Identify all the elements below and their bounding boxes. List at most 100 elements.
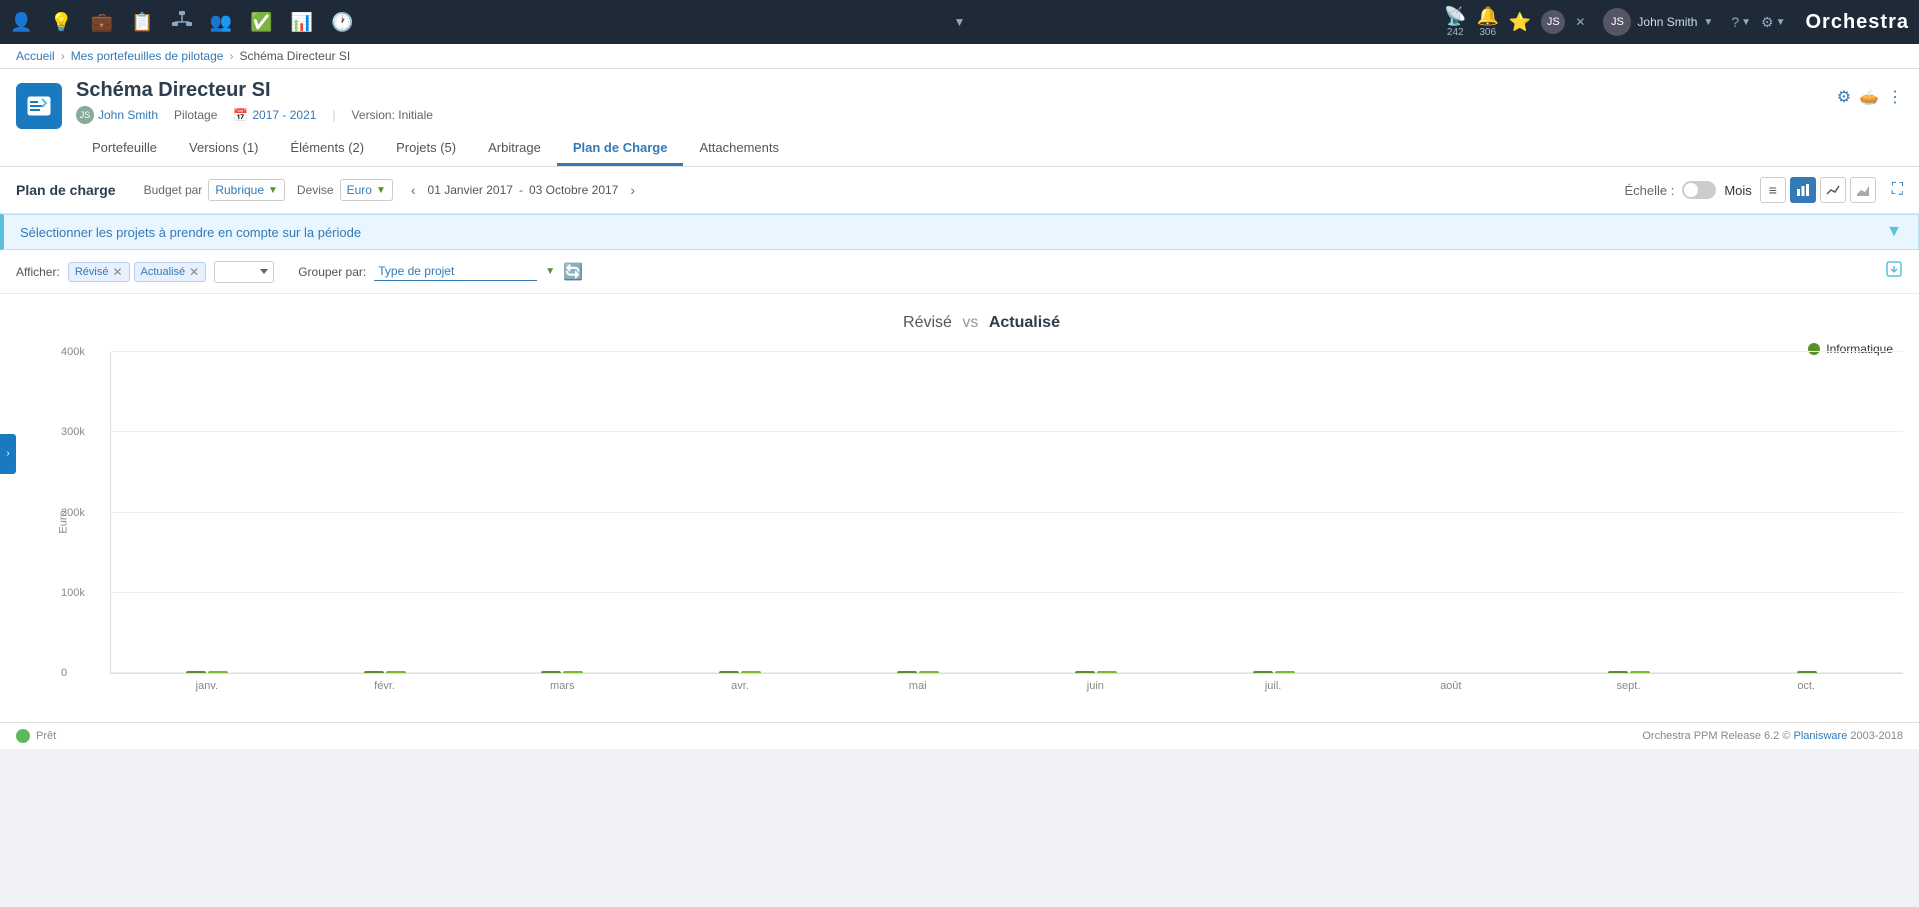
bar-updated-juil.	[1275, 671, 1295, 673]
nav-people-icon[interactable]: 👥	[210, 12, 232, 33]
nav-collapse-btn[interactable]: ▼	[954, 15, 966, 29]
month-group-janv.	[119, 671, 295, 673]
bell-notification[interactable]: 🔔 306	[1476, 6, 1498, 38]
tab-arbitrage[interactable]: Arbitrage	[472, 132, 557, 166]
grouper-input[interactable]	[374, 262, 537, 281]
bar-revised-avr.	[719, 671, 739, 673]
refresh-button[interactable]: 🔄	[563, 262, 583, 282]
chart-title: Révisé vs Actualisé	[60, 314, 1903, 332]
x-label-mai: mai	[829, 680, 1007, 692]
rss-notification[interactable]: 📡 242	[1444, 6, 1466, 38]
month-group-sept.	[1541, 671, 1717, 673]
x-label-juin: juin	[1007, 680, 1185, 692]
period-prev-button[interactable]: ‹	[405, 180, 422, 200]
devise-select[interactable]: Euro ▼	[340, 179, 393, 201]
bar-revised-oct.	[1797, 671, 1817, 673]
nav-check-icon[interactable]: ✅	[250, 12, 272, 33]
footer-planisware[interactable]: Planisware	[1794, 730, 1848, 742]
breadcrumb-sep-1: ›	[61, 49, 65, 63]
grouper-label: Grouper par:	[298, 265, 366, 279]
user-menu-chevron: ▼	[1703, 17, 1713, 28]
period-end: 03 Octobre 2017	[529, 183, 618, 197]
tab-portefeuille[interactable]: Portefeuille	[76, 132, 173, 166]
line-chart-view-button[interactable]	[1820, 177, 1846, 203]
afficher-label: Afficher:	[16, 265, 60, 279]
x-label-sept.: sept.	[1540, 680, 1718, 692]
app-brand: Orchestra	[1806, 11, 1910, 34]
nav-icons: 👤 💡 💼 📋 👥 ✅ 📊 🕐 ▼	[10, 11, 1444, 34]
project-selector-link[interactable]: Sélectionner les projets à prendre en co…	[20, 225, 361, 240]
sidebar-toggle-button[interactable]: ›	[0, 434, 16, 474]
breadcrumb-home[interactable]: Accueil	[16, 49, 55, 63]
view-icons: ≡	[1760, 177, 1876, 203]
x-label-févr.: févr.	[296, 680, 474, 692]
help-button[interactable]: ? ▼	[1731, 14, 1751, 30]
afficher-dropdown[interactable]	[214, 261, 274, 283]
settings-button[interactable]: ⚙ ▼	[1761, 14, 1785, 31]
list-view-button[interactable]: ≡	[1760, 177, 1786, 203]
bar-chart-view-button[interactable]	[1790, 177, 1816, 203]
project-selector-close-button[interactable]: ▼	[1886, 223, 1902, 241]
footer-copyright: Orchestra PPM Release 6.2 ©	[1642, 730, 1790, 742]
filter-tags: Révisé ✕ Actualisé ✕	[68, 262, 206, 282]
avatar-placeholder[interactable]: JS	[1541, 10, 1565, 34]
tab-attachements[interactable]: Attachements	[683, 132, 795, 166]
page-meta: JS John Smith Pilotage 📅 2017 - 2021 | V…	[76, 106, 1837, 124]
period-start: 01 Janvier 2017	[428, 183, 513, 197]
filter-bar: Afficher: Révisé ✕ Actualisé ✕ Grouper p…	[0, 250, 1919, 294]
chart-container: Euro Informatique 400k 300k	[60, 352, 1903, 692]
plan-bar-title: Plan de charge	[16, 182, 116, 198]
x-label-août: août	[1362, 680, 1540, 692]
bar-updated-juin	[1097, 671, 1117, 673]
meta-user[interactable]: JS John Smith	[76, 106, 158, 124]
budget-select-arrow: ▼	[268, 185, 278, 196]
user-name: John Smith	[1637, 15, 1697, 29]
top-nav-right: 📡 242 🔔 306 ⭐ JS ✕ JS John Smith ▼ ? ▼ ⚙…	[1444, 4, 1909, 40]
meta-version: Version: Initiale	[352, 108, 433, 122]
x-label-juil.: juil.	[1184, 680, 1362, 692]
settings-page-button[interactable]: ⚙	[1837, 87, 1851, 107]
nav-idea-icon[interactable]: 💡	[50, 12, 72, 33]
footer-status: Prêt	[36, 730, 56, 742]
afficher-group: Afficher: Révisé ✕ Actualisé ✕	[16, 261, 274, 283]
nav-user-icon[interactable]: 👤	[10, 12, 32, 33]
area-chart-view-button[interactable]	[1850, 177, 1876, 203]
expand-button[interactable]: ⛶	[1892, 181, 1903, 199]
user-menu[interactable]: JS John Smith ▼	[1595, 4, 1721, 40]
page-header-actions: ⚙ 🥧 ⋮	[1837, 87, 1903, 107]
period-navigation: ‹ 01 Janvier 2017 - 03 Octobre 2017 ›	[405, 180, 641, 200]
filter-tag-revise-remove[interactable]: ✕	[112, 265, 122, 279]
footer: Prêt Orchestra PPM Release 6.2 © Planisw…	[0, 722, 1919, 749]
tab-plan-de-charge[interactable]: Plan de Charge	[557, 132, 684, 166]
tab-projets[interactable]: Projets (5)	[380, 132, 472, 166]
tab-elements[interactable]: Éléments (2)	[274, 132, 380, 166]
close-icon[interactable]: ✕	[1575, 15, 1585, 29]
chart-page-button[interactable]: 🥧	[1859, 87, 1879, 107]
tab-versions[interactable]: Versions (1)	[173, 132, 274, 166]
nav-clipboard-icon[interactable]: 📋	[131, 12, 153, 33]
devise-select-arrow: ▼	[376, 185, 386, 196]
period-next-button[interactable]: ›	[624, 180, 641, 200]
budget-select[interactable]: Rubrique ▼	[208, 179, 285, 201]
chart-title-updated: Actualisé	[989, 314, 1060, 331]
nav-hierarchy-icon[interactable]	[172, 11, 192, 34]
chart-title-vs: vs	[962, 314, 978, 331]
calendar-icon: 📅	[233, 108, 248, 122]
nav-briefcase-icon[interactable]: 💼	[91, 12, 113, 33]
meta-user-name: John Smith	[98, 108, 158, 122]
export-button[interactable]	[1885, 260, 1903, 283]
echelle-toggle[interactable]	[1682, 181, 1716, 199]
month-group-févr.	[297, 671, 473, 673]
devise-group: Devise Euro ▼	[297, 179, 393, 201]
star-icon[interactable]: ⭐	[1509, 12, 1531, 33]
nav-chart-icon[interactable]: 📊	[291, 12, 313, 33]
footer-left: Prêt	[16, 729, 56, 743]
grouper-dropdown-arrow: ▼	[545, 266, 555, 277]
more-options-button[interactable]: ⋮	[1887, 87, 1903, 107]
filter-tag-actualise-remove[interactable]: ✕	[189, 265, 199, 279]
breadcrumb-portfolios[interactable]: Mes portefeuilles de pilotage	[71, 49, 224, 63]
nav-clock-icon[interactable]: 🕐	[331, 12, 353, 33]
month-group-juil.	[1186, 671, 1362, 673]
footer-right: Orchestra PPM Release 6.2 © Planisware 2…	[1642, 730, 1903, 742]
breadcrumb-current: Schéma Directeur SI	[239, 49, 350, 63]
